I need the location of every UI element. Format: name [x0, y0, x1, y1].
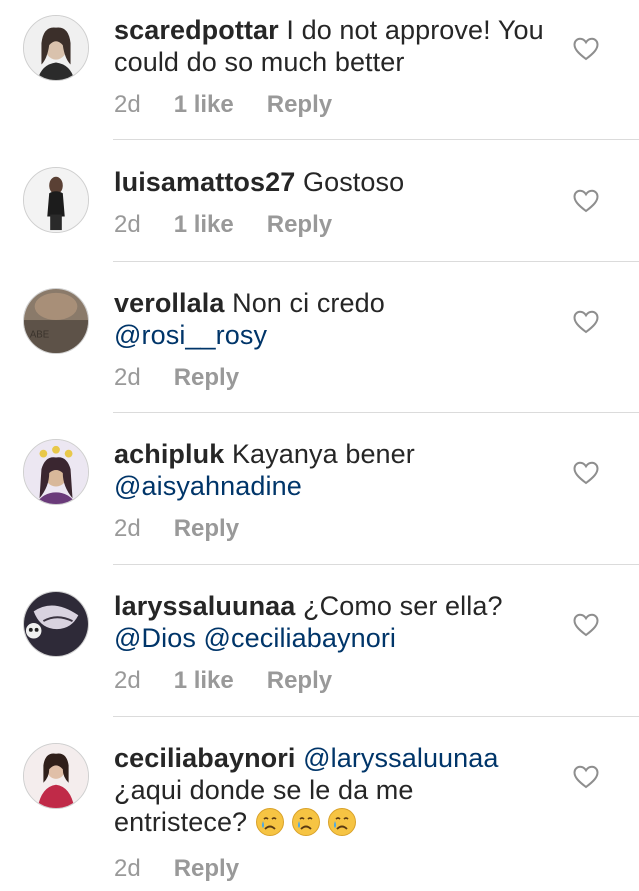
comment-text: achipluk Kayanya bener @aisyahnadine [114, 438, 564, 502]
avatar[interactable] [23, 743, 89, 809]
comment-time: 2d [114, 91, 141, 118]
comment-meta: 2d Reply [114, 514, 239, 544]
comment-mention[interactable]: @aisyahnadine [114, 471, 302, 501]
comment-mention[interactable]: @laryssaluunaa [303, 743, 498, 773]
comment-text: luisamattos27 Gostoso [114, 166, 564, 198]
comment-meta: 2d 1 like Reply [114, 666, 332, 696]
divider [113, 139, 639, 140]
comment-username[interactable]: scaredpottar [114, 15, 279, 45]
reply-button[interactable]: Reply [267, 666, 332, 696]
divider [113, 716, 639, 717]
comment-username[interactable]: luisamattos27 [114, 167, 295, 197]
comment-text: ceciliabaynori @laryssaluunaa ¿aqui dond… [114, 742, 564, 838]
comment-likes[interactable]: 1 like [174, 90, 234, 120]
comment-time: 2d [114, 855, 141, 882]
comment-time: 2d [114, 515, 141, 542]
avatar[interactable] [23, 439, 89, 505]
comment-likes[interactable]: 1 like [174, 666, 234, 696]
comment-username[interactable]: achipluk [114, 439, 224, 469]
avatar[interactable]: ABE [23, 288, 89, 354]
divider [113, 261, 639, 262]
comment-text: scaredpottar I do not approve! You could… [114, 14, 564, 78]
comment-text: verollala Non ci credo @rosi__rosy [114, 287, 564, 351]
reply-button[interactable]: Reply [174, 854, 239, 884]
comment-body: Gostoso [302, 167, 405, 197]
heart-outline-icon[interactable] [573, 765, 599, 789]
comment-username[interactable]: ceciliabaynori [114, 743, 296, 773]
crying-face-icon [327, 807, 357, 837]
comment-likes[interactable]: 1 like [174, 210, 234, 240]
heart-outline-icon[interactable] [573, 37, 599, 61]
reply-button[interactable]: Reply [174, 514, 239, 544]
comment-body: ¿Como ser ella? [303, 591, 503, 621]
reply-button[interactable]: Reply [174, 363, 239, 393]
reply-button[interactable]: Reply [267, 210, 332, 240]
comment-mention[interactable]: @rosi__rosy [114, 320, 267, 350]
heart-outline-icon[interactable] [573, 189, 599, 213]
avatar[interactable] [23, 15, 89, 81]
comment-time: 2d [114, 364, 141, 391]
comment-meta: 2d Reply [114, 854, 239, 884]
comment-body-continued: entristece? [114, 807, 248, 837]
avatar[interactable] [23, 591, 89, 657]
heart-outline-icon[interactable] [573, 613, 599, 637]
comment-username[interactable]: laryssaluunaa [114, 591, 295, 621]
svg-text:ABE: ABE [30, 329, 50, 340]
comment-meta: 2d 1 like Reply [114, 210, 332, 240]
comment-username[interactable]: verollala [114, 288, 224, 318]
comment-mention[interactable]: @Dios @ceciliabaynori [114, 623, 396, 653]
avatar[interactable] [23, 167, 89, 233]
reply-button[interactable]: Reply [267, 90, 332, 120]
heart-outline-icon[interactable] [573, 310, 599, 334]
comment-meta: 2d 1 like Reply [114, 90, 332, 120]
heart-outline-icon[interactable] [573, 461, 599, 485]
comment-time: 2d [114, 667, 141, 694]
comment-text: laryssaluunaa ¿Como ser ella? @Dios @cec… [114, 590, 564, 654]
comment-body: ¿aqui donde se le da me [114, 775, 414, 805]
comment-body: Non ci credo [232, 288, 385, 318]
comment-body: Kayanya bener [231, 439, 415, 469]
comment-meta: 2d Reply [114, 363, 239, 393]
divider [113, 564, 639, 565]
divider [113, 412, 639, 413]
comment-time: 2d [114, 211, 141, 238]
crying-face-icon [291, 807, 321, 837]
crying-face-icon [255, 807, 285, 837]
